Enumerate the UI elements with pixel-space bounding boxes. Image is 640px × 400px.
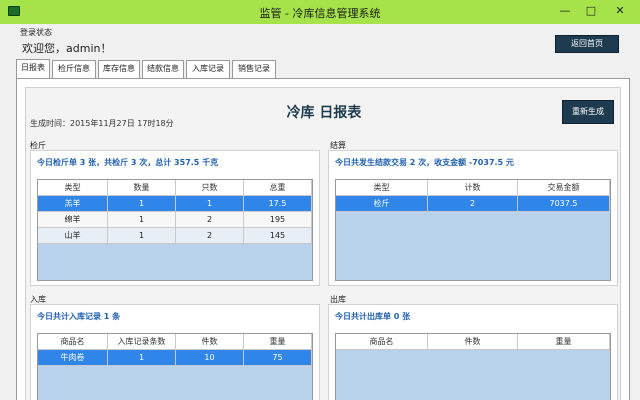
generated-time: 生成时间：2015年11月27日 17时18分 <box>30 119 174 128</box>
outbound-summary: 今日共计出库单 0 张 <box>335 312 411 321</box>
return-home-button[interactable]: 返回首页 <box>555 35 619 53</box>
table-cell: 山羊 <box>38 228 108 244</box>
weighing-table[interactable]: 类型 数量 只数 总重 羔羊 1 1 17.5 绵羊 1 2 195 山羊 1 … <box>37 179 313 281</box>
column-header: 数量 <box>108 180 176 196</box>
column-header: 商品名 <box>336 334 428 350</box>
weighing-box: 今日检斤单 3 张，共检斤 3 次，总计 357.5 千克 类型 数量 只数 总… <box>30 150 320 286</box>
column-header: 只数 <box>176 180 244 196</box>
column-header: 商品名 <box>38 334 108 350</box>
maximize-icon[interactable]: □ <box>578 2 604 20</box>
table-row[interactable]: 羔羊 1 1 17.5 <box>38 196 312 212</box>
column-header: 交易金额 <box>518 180 610 196</box>
regenerate-button[interactable]: 重新生成 <box>562 100 614 124</box>
inbound-summary: 今日共计入库记录 1 条 <box>37 312 121 321</box>
close-icon[interactable]: ✕ <box>605 2 635 20</box>
table-row[interactable]: 绵羊 1 2 195 <box>38 212 312 228</box>
tab-inventory-info[interactable]: 库存信息 <box>98 60 140 78</box>
table-header-row: 商品名 入库记录条数 件数 重量 <box>38 334 312 350</box>
column-header: 计数 <box>428 180 518 196</box>
table-cell: 2 <box>176 228 244 244</box>
tab-inbound-records[interactable]: 入库记录 <box>186 60 230 78</box>
settlement-table[interactable]: 类型 计数 交易金额 检斤 2 7037.5 <box>335 179 611 281</box>
table-cell: 10 <box>176 350 244 366</box>
table-cell: 检斤 <box>336 196 428 212</box>
column-header: 总重 <box>244 180 312 196</box>
tab-settlement-info[interactable]: 结款信息 <box>142 60 184 78</box>
column-header: 类型 <box>38 180 108 196</box>
table-row[interactable]: 山羊 1 2 145 <box>38 228 312 244</box>
table-cell: 7037.5 <box>518 196 610 212</box>
tab-content-panel: 冷库 日报表 生成时间：2015年11月27日 17时18分 重新生成 检斤 今… <box>16 78 630 400</box>
table-cell: 17.5 <box>244 196 312 212</box>
table-cell: 1 <box>176 196 244 212</box>
table-row[interactable]: 牛肉卷 1 10 75 <box>38 350 312 366</box>
tab-weighing-info[interactable]: 检斤信息 <box>52 60 96 78</box>
table-row[interactable]: 检斤 2 7037.5 <box>336 196 610 212</box>
table-cell: 2 <box>428 196 518 212</box>
table-cell: 1 <box>108 212 176 228</box>
table-cell: 1 <box>108 228 176 244</box>
inbound-table[interactable]: 商品名 入库记录条数 件数 重量 牛肉卷 1 10 75 <box>37 333 313 400</box>
column-header: 入库记录条数 <box>108 334 176 350</box>
login-status-label: 登录状态 <box>20 28 52 37</box>
window-title: 监管 - 冷库信息管理系统 <box>259 7 381 20</box>
column-header: 件数 <box>428 334 518 350</box>
table-header-row: 商品名 件数 重量 <box>336 334 610 350</box>
weighing-summary: 今日检斤单 3 张，共检斤 3 次，总计 357.5 千克 <box>37 158 219 167</box>
column-header: 件数 <box>176 334 244 350</box>
table-header-row: 类型 数量 只数 总重 <box>38 180 312 196</box>
table-cell: 195 <box>244 212 312 228</box>
table-cell: 1 <box>108 350 176 366</box>
inbound-box: 今日共计入库记录 1 条 商品名 入库记录条数 件数 重量 牛肉卷 1 10 7… <box>30 304 320 400</box>
column-header: 类型 <box>336 180 428 196</box>
table-cell: 145 <box>244 228 312 244</box>
outbound-box: 今日共计出库单 0 张 商品名 件数 重量 <box>328 304 618 400</box>
table-cell: 牛肉卷 <box>38 350 108 366</box>
title-bar: 监管 - 冷库信息管理系统 — □ ✕ <box>0 0 640 24</box>
table-cell: 75 <box>244 350 312 366</box>
tab-daily-report[interactable]: 日报表 <box>16 59 50 78</box>
column-header: 重量 <box>244 334 312 350</box>
settlement-summary: 今日共发生结款交易 2 次，收支金额 -7037.5 元 <box>335 158 514 167</box>
tab-sales-records[interactable]: 销售记录 <box>232 60 276 78</box>
table-cell: 羔羊 <box>38 196 108 212</box>
table-header-row: 类型 计数 交易金额 <box>336 180 610 196</box>
report-area: 冷库 日报表 生成时间：2015年11月27日 17时18分 重新生成 检斤 今… <box>25 87 621 400</box>
settlement-box: 今日共发生结款交易 2 次，收支金额 -7037.5 元 类型 计数 交易金额 … <box>328 150 618 286</box>
table-cell: 绵羊 <box>38 212 108 228</box>
table-cell: 2 <box>176 212 244 228</box>
outbound-table[interactable]: 商品名 件数 重量 <box>335 333 611 400</box>
welcome-text: 欢迎您，admin！ <box>22 42 112 55</box>
column-header: 重量 <box>518 334 610 350</box>
table-cell: 1 <box>108 196 176 212</box>
minimize-icon[interactable]: — <box>552 2 578 20</box>
